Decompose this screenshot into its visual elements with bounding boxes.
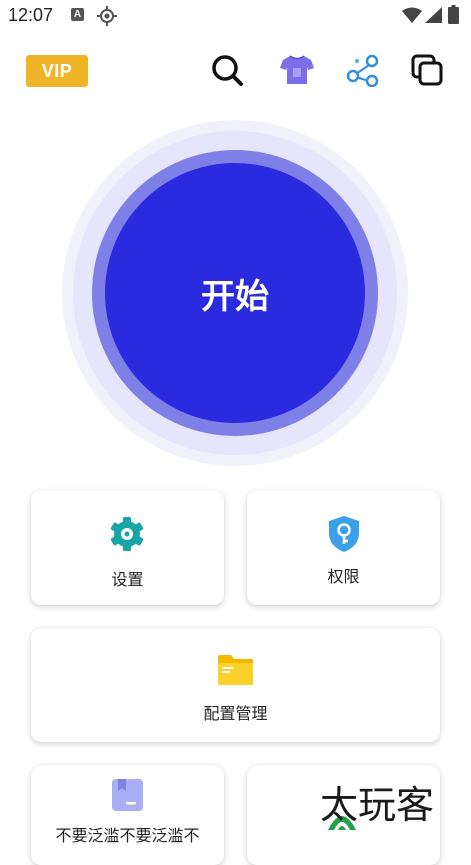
config-management-card[interactable]: 配置管理: [31, 628, 440, 742]
start-button[interactable]: 开始: [105, 163, 365, 423]
gear-icon: [110, 517, 144, 551]
status-time: 12:07: [8, 5, 54, 25]
bookmark-icon: [112, 779, 143, 811]
notification-a-icon: A: [71, 8, 84, 21]
folder-icon: [218, 655, 253, 685]
multi-window-button[interactable]: [410, 53, 444, 87]
status-bar: 12:07 A: [0, 0, 471, 34]
watermark-text: 太玩客: [320, 783, 434, 827]
shield-key-icon: [329, 516, 359, 552]
start-button-label: 开始: [201, 276, 269, 317]
location-crosshair-icon: [97, 6, 117, 26]
theme-button[interactable]: [279, 53, 314, 87]
share-button[interactable]: [345, 53, 379, 88]
permission-card[interactable]: 权限: [247, 490, 440, 605]
bottom-left-card[interactable]: 不要泛滥不要泛滥不: [31, 765, 224, 865]
bottom-left-label: 不要泛滥不要泛滥不: [55, 826, 200, 845]
settings-card[interactable]: 设置: [31, 490, 224, 605]
multi-window-icon: [411, 54, 443, 86]
search-icon: [212, 55, 243, 86]
watermark-logo: 太玩客: [320, 783, 434, 830]
search-button[interactable]: [210, 53, 244, 87]
tshirt-icon: [280, 55, 314, 84]
config-management-label: 配置管理: [203, 704, 268, 723]
wifi-icon: [402, 7, 422, 23]
share-icon: [346, 54, 379, 88]
signal-icon: [425, 7, 442, 23]
battery-icon: [448, 5, 459, 24]
settings-label: 设置: [111, 570, 144, 589]
vip-badge[interactable]: VIP: [26, 55, 88, 87]
permission-label: 权限: [327, 567, 360, 586]
